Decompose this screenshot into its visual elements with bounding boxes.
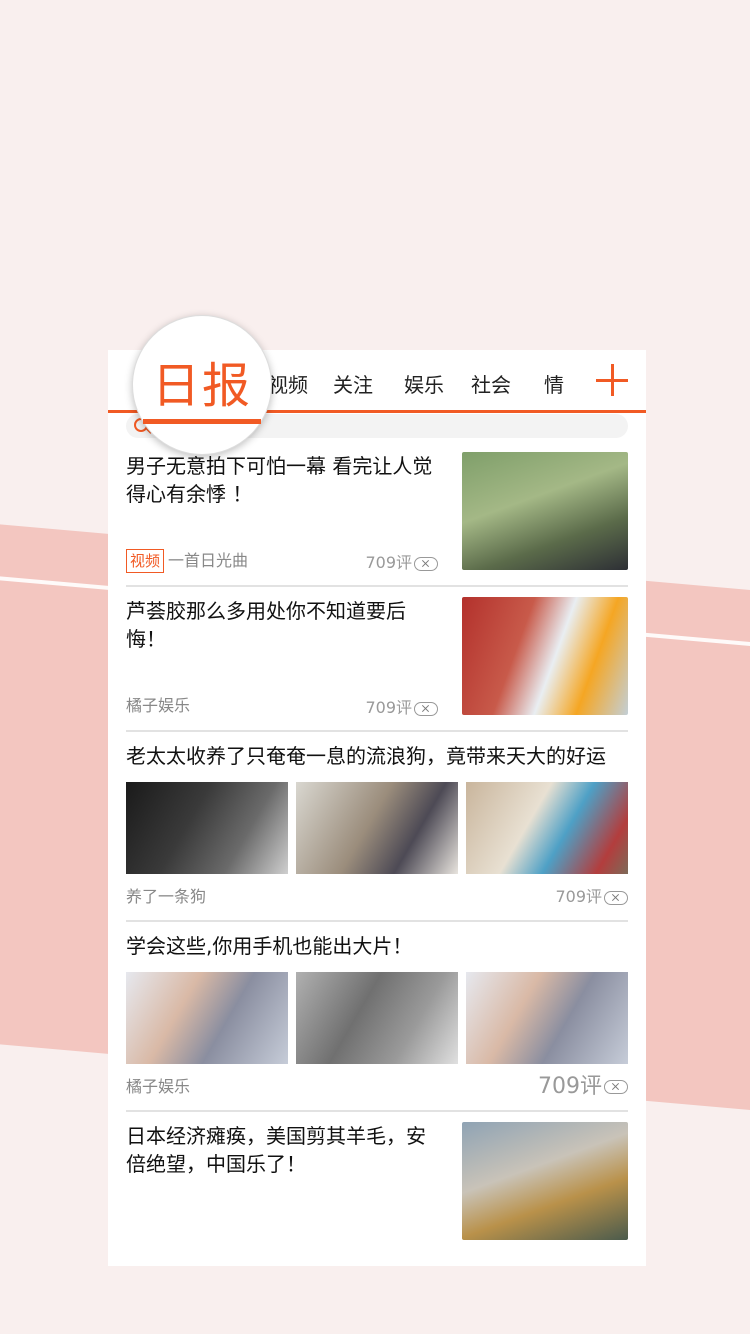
news-item[interactable]: 日本经济瘫痪，美国剪其羊毛，安倍绝望，中国乐了！ (126, 1112, 628, 1255)
news-item[interactable]: 芦荟胶那么多用处你不知道要后悔！ 橘子娱乐 709评 (126, 587, 628, 732)
news-meta: 视频 一首日光曲 709评 (126, 547, 438, 573)
active-tab-indicator (143, 419, 261, 424)
news-meta: 橘子娱乐 709评 (126, 692, 438, 718)
news-title: 学会这些,你用手机也能出大片！ (126, 934, 413, 958)
tab-video[interactable]: 视频 (268, 369, 308, 398)
news-title: 芦荟胶那么多用处你不知道要后悔！ (126, 599, 406, 651)
comment-count-text: 709评 (538, 1074, 602, 1099)
news-item[interactable]: 学会这些,你用手机也能出大片！ 橘子娱乐 709评 (126, 922, 628, 1112)
news-source: 养了一条狗 (126, 887, 207, 906)
news-thumbnail (462, 597, 628, 715)
comment-count: 709评 (365, 549, 438, 573)
news-image (466, 782, 628, 874)
news-feed: 男子无意拍下可怕一幕 看完让人觉得心有余悸 ！ 视频 一首日光曲 709评 芦荟胶… (108, 442, 646, 1255)
news-image (296, 972, 458, 1064)
news-meta: 养了一条狗 709评 (126, 874, 628, 920)
news-source: 橘子娱乐 (126, 696, 191, 715)
close-icon[interactable] (414, 556, 438, 571)
news-image (126, 972, 288, 1064)
news-thumbnail (462, 452, 628, 570)
news-source: 一首日光曲 (168, 551, 249, 570)
plus-icon[interactable] (596, 364, 628, 396)
image-row (126, 972, 628, 1064)
news-title: 老太太收养了只奄奄一息的流浪狗，竟带来天大的好运 (126, 744, 606, 768)
comment-count-text: 709评 (555, 887, 602, 906)
news-item[interactable]: 老太太收养了只奄奄一息的流浪狗，竟带来天大的好运 养了一条狗 709评 (126, 732, 628, 922)
news-item[interactable]: 男子无意拍下可怕一幕 看完让人觉得心有余悸 ！ 视频 一首日光曲 709评 (126, 442, 628, 587)
tab-entertainment[interactable]: 娱乐 (404, 369, 444, 398)
tab-daily[interactable]: 日报 (133, 346, 271, 416)
news-source: 橘子娱乐 (126, 1077, 191, 1096)
close-icon[interactable] (604, 890, 628, 905)
news-image (126, 782, 288, 874)
comment-count: 709评 (538, 1064, 628, 1110)
phone-screen: 视频 关注 娱乐 社会 情 男子无意拍下可怕一幕 看完让人觉得心有余悸 ！ 视频… (108, 350, 646, 1266)
magnified-active-tab: 日报 (132, 315, 272, 455)
news-image (466, 972, 628, 1064)
tab-emotion[interactable]: 情 (544, 369, 564, 398)
news-meta: 橘子娱乐 709评 (126, 1064, 628, 1110)
news-thumbnail (462, 1122, 628, 1240)
image-row (126, 782, 628, 874)
close-icon[interactable] (604, 1080, 628, 1094)
comment-count: 709评 (555, 874, 628, 920)
news-title: 日本经济瘫痪，美国剪其羊毛，安倍绝望，中国乐了！ (126, 1124, 426, 1176)
video-tag: 视频 (126, 549, 165, 573)
news-title: 男子无意拍下可怕一幕 看完让人觉得心有余悸 ！ (126, 454, 433, 506)
close-icon[interactable] (414, 701, 438, 716)
tab-follow[interactable]: 关注 (333, 369, 373, 398)
comment-count-text: 709评 (365, 553, 412, 572)
comment-count: 709评 (365, 694, 438, 718)
tab-society[interactable]: 社会 (471, 369, 511, 398)
news-image (296, 782, 458, 874)
comment-count-text: 709评 (365, 698, 412, 717)
